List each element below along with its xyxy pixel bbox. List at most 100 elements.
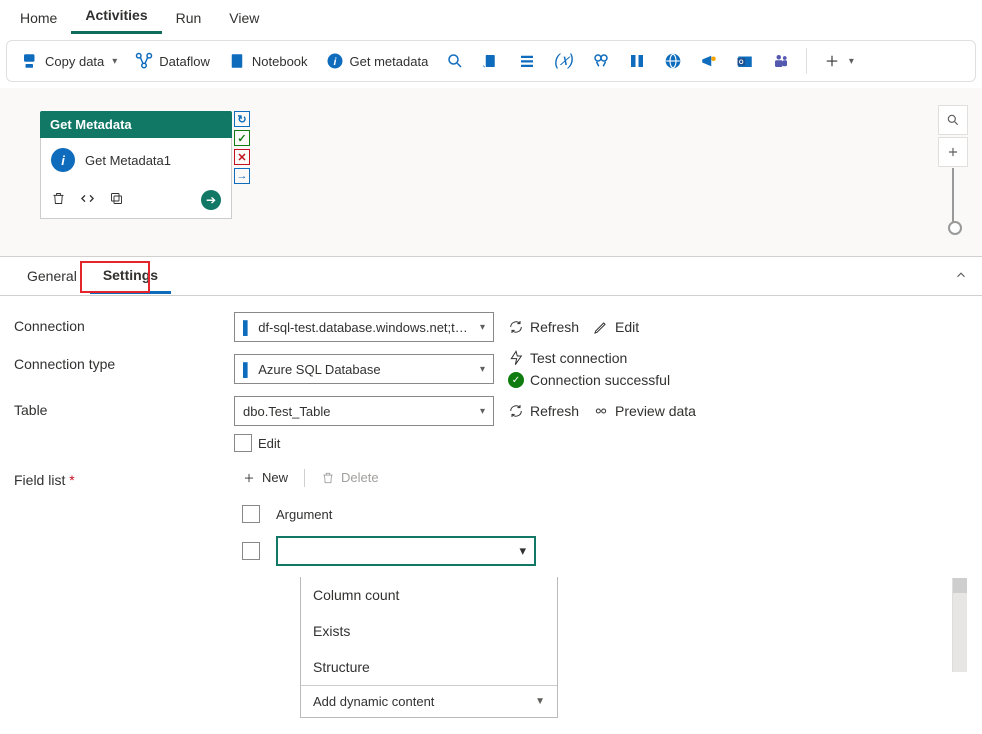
announce-button[interactable] — [692, 47, 726, 75]
edit-connection-button[interactable]: Edit — [593, 319, 639, 335]
edit-checkbox[interactable] — [234, 434, 252, 452]
search-icon — [446, 52, 464, 70]
svg-text:O: O — [739, 60, 744, 66]
tab-settings[interactable]: Settings — [90, 259, 171, 294]
menu-home[interactable]: Home — [6, 4, 71, 34]
new-field-button[interactable]: New — [234, 466, 296, 489]
toolbar-separator — [806, 48, 807, 74]
connector-refresh-icon[interactable]: ↻ — [234, 111, 250, 127]
add-dynamic-content-button[interactable]: Add dynamic content ▼ — [301, 685, 557, 717]
argument-dropdown[interactable]: ▾ — [276, 536, 536, 566]
chevron-down-icon: ▾ — [519, 543, 526, 559]
web-button[interactable] — [656, 47, 690, 75]
canvas-zoom-in-button[interactable] — [938, 137, 968, 167]
copy-data-button[interactable]: Copy data ▾ — [13, 47, 125, 75]
table-value: dbo.Test_Table — [243, 404, 474, 419]
activity-node-title: Get Metadata — [40, 111, 232, 138]
check-icon: ✓ — [508, 372, 524, 388]
separator — [304, 469, 305, 487]
dataflow-icon — [135, 52, 153, 70]
connector-success-icon[interactable]: ✓ — [234, 130, 250, 146]
teams-button[interactable] — [764, 47, 798, 75]
outlook-icon: O — [736, 52, 754, 70]
get-metadata-button[interactable]: i Get metadata — [318, 47, 437, 75]
refresh-table-button[interactable]: Refresh — [508, 403, 579, 419]
script-button[interactable] — [474, 47, 508, 75]
megaphone-icon — [700, 52, 718, 70]
run-icon[interactable]: ➔ — [201, 190, 221, 210]
connection-type-dropdown[interactable]: ▌ Azure SQL Database ▾ — [234, 354, 494, 384]
collapse-icon[interactable] — [954, 268, 968, 285]
connection-value: df-sql-test.database.windows.net;tes... — [258, 320, 474, 335]
connection-dropdown[interactable]: ▌ df-sql-test.database.windows.net;tes..… — [234, 312, 494, 342]
zoom-slider[interactable] — [952, 168, 954, 230]
menu-view[interactable]: View — [215, 4, 273, 34]
canvas-tools — [938, 105, 968, 230]
menu-run[interactable]: Run — [162, 4, 216, 34]
argument-header: Argument — [276, 507, 332, 522]
canvas-search-button[interactable] — [938, 105, 968, 135]
notebook-label: Notebook — [252, 54, 308, 69]
azure-sql-icon: ▌ — [243, 362, 252, 377]
edit-checkbox-label: Edit — [258, 436, 280, 451]
copy-icon[interactable] — [109, 191, 124, 209]
connector-failure-icon[interactable]: ✕ — [234, 149, 250, 165]
delete-field-button[interactable]: Delete — [313, 466, 387, 489]
append-button[interactable] — [620, 47, 654, 75]
code-icon[interactable] — [80, 191, 95, 209]
plus-icon — [823, 52, 841, 70]
info-icon: i — [51, 148, 75, 172]
dataflow-button[interactable]: Dataflow — [127, 47, 218, 75]
plus-icon — [242, 471, 256, 485]
teams-icon — [772, 52, 790, 70]
dropdown-option[interactable]: Structure — [301, 649, 557, 685]
pipeline-canvas[interactable]: Get Metadata i Get Metadata1 ➔ ↻ ✓ ✕ → — [0, 88, 982, 256]
node-connectors: ↻ ✓ ✕ → — [234, 111, 250, 184]
argument-dropdown-panel: Column count Exists Structure Add dynami… — [300, 577, 558, 718]
tab-general[interactable]: General — [14, 260, 90, 292]
refresh-icon — [508, 319, 524, 335]
get-metadata-label: Get metadata — [350, 54, 429, 69]
refresh-connection-button[interactable]: Refresh — [508, 319, 579, 335]
add-button[interactable]: ▾ — [815, 47, 862, 75]
chevron-down-icon: ▾ — [849, 56, 854, 67]
connection-label: Connection — [14, 312, 234, 334]
dropdown-option[interactable]: Exists — [301, 613, 557, 649]
activity-node[interactable]: Get Metadata i Get Metadata1 ➔ — [40, 111, 232, 219]
notebook-icon — [228, 52, 246, 70]
globe-icon — [664, 52, 682, 70]
variable-button[interactable]: (𝑥) — [546, 47, 582, 75]
connector-skip-icon[interactable]: → — [234, 168, 250, 184]
info-icon: i — [326, 52, 344, 70]
copy-data-icon — [21, 52, 39, 70]
copy-data-label: Copy data — [45, 54, 104, 69]
preview-data-button[interactable]: Preview data — [593, 403, 696, 419]
settings-form: Connection ▌ df-sql-test.database.window… — [0, 296, 982, 734]
table-dropdown[interactable]: dbo.Test_Table ▾ — [234, 396, 494, 426]
variable-icon: (𝑥) — [554, 52, 574, 70]
menu-activities[interactable]: Activities — [71, 1, 161, 34]
script-icon — [482, 52, 500, 70]
scrollbar[interactable] — [952, 578, 967, 672]
lookup-icon — [592, 52, 610, 70]
chevron-down-icon: ▾ — [480, 406, 485, 417]
lookup-button[interactable] — [584, 47, 618, 75]
connection-status: ✓ Connection successful — [508, 372, 670, 388]
fieldlist-label: Field list * — [14, 466, 234, 488]
test-connection-button[interactable]: Test connection — [508, 350, 670, 366]
chevron-down-icon: ▾ — [112, 56, 117, 67]
preview-icon — [593, 403, 609, 419]
activity-node-name: Get Metadata1 — [85, 153, 171, 168]
select-all-checkbox[interactable] — [242, 505, 260, 523]
caret-down-icon: ▼ — [535, 696, 545, 707]
delete-icon[interactable] — [51, 191, 66, 209]
list-button[interactable] — [510, 47, 544, 75]
search-button[interactable] — [438, 47, 472, 75]
append-icon — [628, 52, 646, 70]
notebook-button[interactable]: Notebook — [220, 47, 316, 75]
dropdown-option[interactable]: Column count — [301, 577, 557, 613]
connection-type-value: Azure SQL Database — [258, 362, 474, 377]
refresh-icon — [508, 403, 524, 419]
row-checkbox[interactable] — [242, 542, 260, 560]
outlook-button[interactable]: O — [728, 47, 762, 75]
